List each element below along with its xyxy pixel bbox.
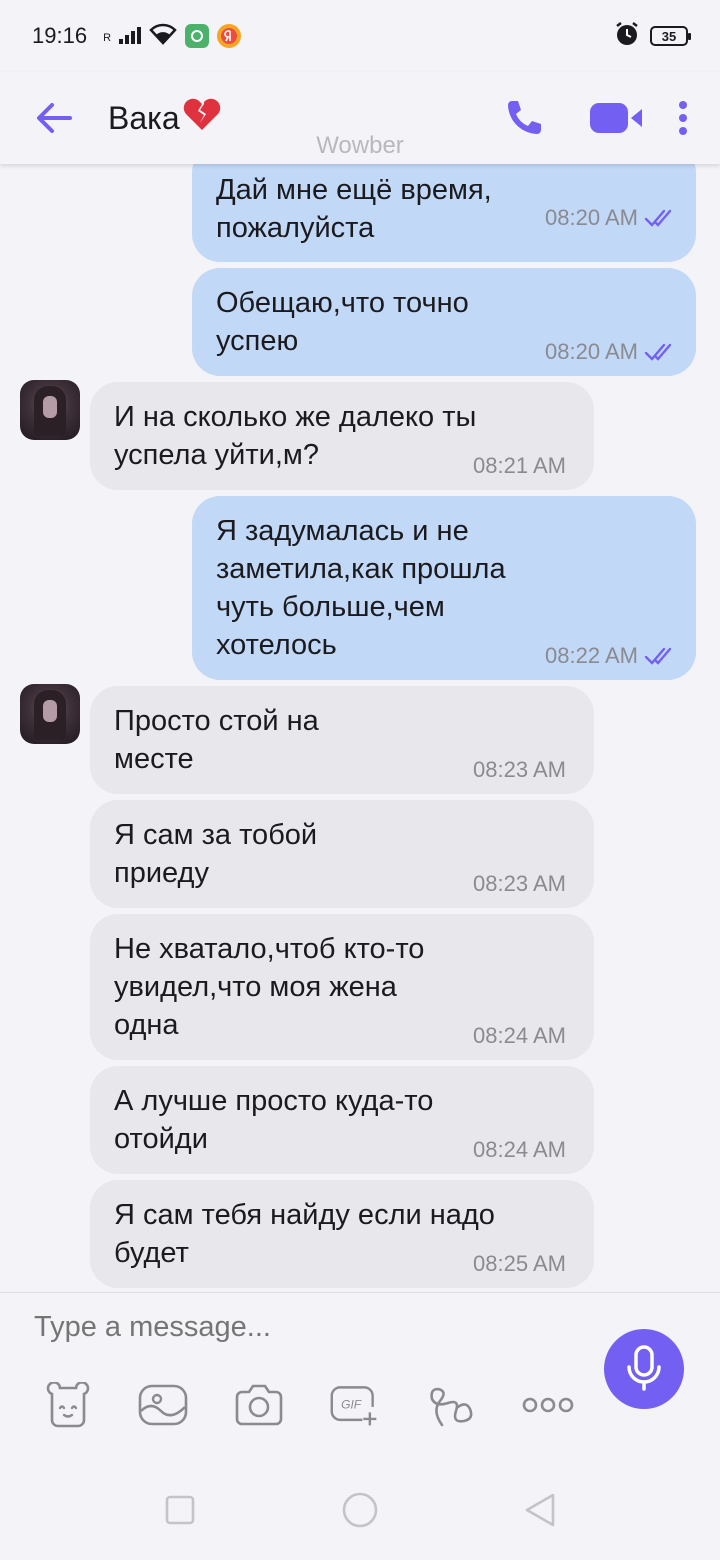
message-input[interactable]: [34, 1311, 574, 1344]
doodle-icon: [430, 1387, 473, 1427]
message-time: 08:24 AM: [473, 1137, 566, 1162]
message-time: 08:25 AM: [473, 1251, 566, 1276]
gallery-icon: [138, 1384, 188, 1426]
wifi-icon: [149, 23, 177, 50]
message-list[interactable]: Дай мне ещё время, пожалуйста 08:20 AM О…: [0, 164, 720, 1292]
contact-name-text: Вака: [108, 99, 180, 136]
gif-button[interactable]: GIF: [329, 1379, 381, 1431]
message-time: 08:22 AM: [545, 643, 638, 668]
message-text: Не хватало,чтоб кто-то увидел,что моя же…: [114, 933, 425, 1041]
message-bubble-outgoing[interactable]: Дай мне ещё время, пожалуйста 08:20 AM: [192, 164, 696, 262]
read-ticks-icon: [644, 343, 672, 361]
message-time: 08:21 AM: [473, 453, 566, 478]
home-button[interactable]: [340, 1490, 380, 1530]
more-tools-button[interactable]: [522, 1379, 574, 1431]
arrow-left-icon: [37, 103, 72, 133]
gif-label: GIF: [341, 1398, 362, 1412]
alarm-icon: [614, 21, 640, 52]
message-bubble-incoming[interactable]: Я сам тебя найду если надо будет 08:25 A…: [90, 1180, 594, 1288]
recents-button[interactable]: [160, 1490, 200, 1530]
camera-icon: [235, 1384, 283, 1426]
message-bubble-outgoing[interactable]: Я задумалась и не заметила,как прошла чу…: [192, 496, 696, 680]
message-text: Я сам тебя найду если надо будет: [114, 1199, 495, 1269]
sticker-icon: [46, 1382, 90, 1428]
message-text: Просто стой на месте: [114, 705, 319, 775]
gallery-button[interactable]: [137, 1379, 189, 1431]
contact-avatar[interactable]: [20, 380, 80, 440]
read-ticks-icon: [644, 647, 672, 665]
message-time: 08:23 AM: [473, 757, 566, 782]
message-bubble-incoming[interactable]: Не хватало,чтоб кто-то увидел,что моя же…: [90, 914, 594, 1060]
camera-button[interactable]: [233, 1379, 285, 1431]
message-text: Обещаю,что точно успею: [216, 287, 469, 357]
doodle-button[interactable]: [426, 1379, 478, 1431]
status-left: 19:16 R: [32, 23, 242, 50]
status-right: 35: [614, 21, 691, 52]
roaming-indicator: R: [103, 31, 112, 44]
message-text: А лучше просто куда-то отойди: [114, 1085, 434, 1155]
sticker-button[interactable]: [42, 1379, 94, 1431]
read-ticks-icon: [644, 209, 672, 227]
circle-icon: [342, 1492, 378, 1528]
status-time: 19:16: [32, 23, 88, 48]
message-bubble-incoming[interactable]: И на сколько же далеко ты успела уйти,м?…: [90, 382, 594, 490]
voice-message-button[interactable]: [604, 1329, 684, 1409]
yandex-icon: [217, 24, 242, 48]
message-time: 08:20 AM: [545, 205, 638, 230]
video-camera-icon: [590, 103, 642, 133]
square-icon: [165, 1495, 195, 1525]
message-composer: GIF: [0, 1292, 720, 1452]
kebab-menu-icon: [679, 101, 687, 135]
back-nav-button[interactable]: [520, 1490, 560, 1530]
contact-avatar[interactable]: [20, 684, 80, 744]
message-time: 08:23 AM: [473, 871, 566, 896]
triangle-back-icon: [525, 1493, 555, 1527]
message-bubble-incoming[interactable]: Я сам за тобой приеду 08:23 AM: [90, 800, 594, 908]
message-text: Я задумалась и не заметила,как прошла чу…: [216, 515, 506, 661]
more-icon: [522, 1397, 574, 1413]
signal-icon: [119, 26, 142, 44]
message-text: Я сам за тобой приеду: [114, 819, 318, 889]
system-navigation-bar: [0, 1452, 720, 1560]
status-bar: 19:16 R 35: [0, 0, 720, 72]
battery-icon: 35: [650, 26, 691, 46]
message-bubble-incoming[interactable]: А лучше просто куда-то отойди 08:24 AM: [90, 1066, 594, 1174]
message-time: 08:20 AM: [545, 339, 638, 364]
message-time: 08:24 AM: [473, 1023, 566, 1048]
gif-icon: GIF: [330, 1386, 377, 1426]
message-bubble-outgoing[interactable]: Обещаю,что точно успею 08:20 AM: [192, 268, 696, 376]
watermark: Wowber: [316, 132, 404, 159]
message-bubble-incoming[interactable]: Просто стой на месте 08:23 AM: [90, 686, 594, 794]
message-text: Дай мне ещё время, пожалуйста: [216, 174, 492, 244]
microphone-icon: [627, 1345, 661, 1391]
message-text: И на сколько же далеко ты успела уйти,м?: [114, 401, 477, 471]
app-badge-icon: [185, 24, 210, 48]
